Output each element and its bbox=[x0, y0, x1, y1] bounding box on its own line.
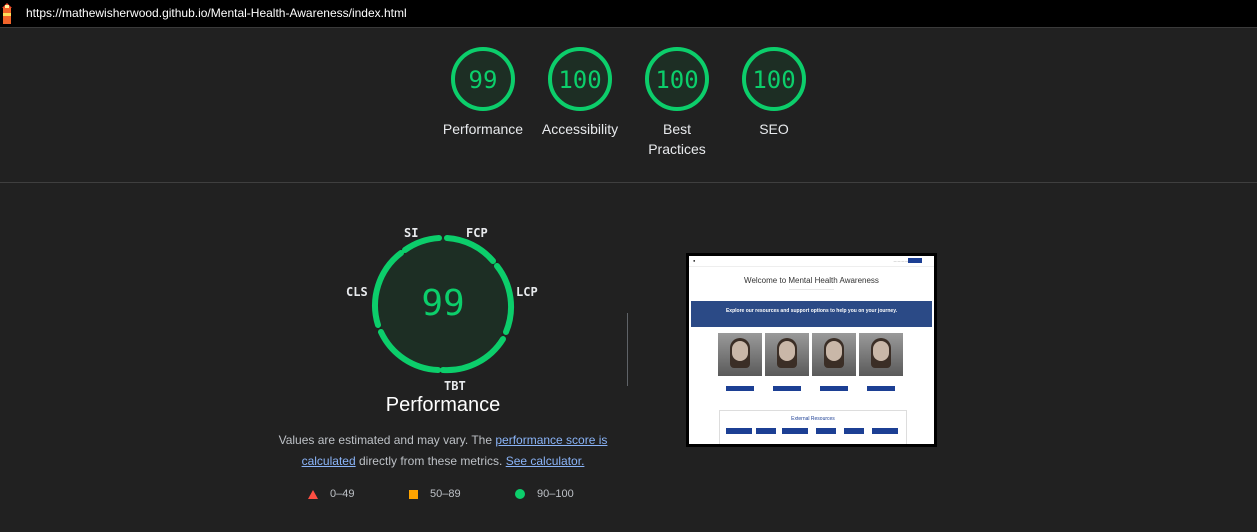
thumb-nav: ● — — — — — bbox=[689, 256, 934, 267]
legend-item-pass: 90–100 bbox=[515, 488, 574, 500]
gauge-best-practices[interactable]: 100 Best Practices bbox=[627, 45, 727, 159]
thumb-card bbox=[765, 333, 809, 407]
desc-text: directly from these metrics. bbox=[355, 454, 506, 468]
metric-tbt-label[interactable]: TBT bbox=[444, 379, 466, 393]
score-summary: 99 Performance 100 Accessibility 100 Bes… bbox=[0, 45, 1257, 175]
legend-item-average: 50–89 bbox=[409, 488, 461, 500]
green-circle-icon bbox=[515, 489, 525, 500]
thumb-card-image bbox=[812, 333, 856, 376]
thumb-card-button bbox=[820, 386, 848, 391]
metric-fcp-label[interactable]: FCP bbox=[466, 226, 488, 240]
page-url[interactable]: https://mathewisherwood.github.io/Mental… bbox=[26, 6, 407, 20]
performance-title: Performance bbox=[385, 394, 501, 416]
thumb-ext-button bbox=[816, 428, 836, 434]
legend-range: 50–89 bbox=[430, 488, 461, 500]
thumb-ext-button bbox=[844, 428, 864, 434]
thumb-ext-button bbox=[782, 428, 808, 434]
gauge-score: 100 bbox=[558, 66, 602, 94]
gauge-score: 99 bbox=[468, 66, 498, 94]
legend-range: 0–49 bbox=[330, 488, 355, 500]
thumb-hero-sub: ——————————————— bbox=[789, 287, 834, 291]
thumb-hero-title: Welcome to Mental Health Awareness bbox=[744, 276, 879, 285]
performance-description: Values are estimated and may vary. The p… bbox=[270, 430, 616, 472]
vertical-divider bbox=[627, 313, 628, 386]
gauge-score: 100 bbox=[655, 66, 699, 94]
thumb-band-text: Explore our resources and support option… bbox=[725, 308, 898, 314]
thumb-card-button bbox=[726, 386, 754, 391]
metric-si-label[interactable]: SI bbox=[404, 226, 418, 240]
red-triangle-icon bbox=[308, 489, 318, 499]
gauge-label: SEO bbox=[759, 121, 789, 137]
see-calculator-link[interactable]: See calculator. bbox=[506, 454, 585, 468]
thumb-card bbox=[718, 333, 762, 407]
thumb-ext-button bbox=[756, 428, 776, 434]
thumb-nav-button bbox=[908, 258, 922, 263]
legend-item-fail: 0–49 bbox=[308, 488, 354, 500]
thumb-card bbox=[859, 333, 903, 407]
thumb-card bbox=[812, 333, 856, 407]
orange-square-icon bbox=[409, 489, 418, 499]
thumb-ext-button bbox=[872, 428, 898, 434]
gauge-accessibility[interactable]: 100 Accessibility bbox=[530, 45, 630, 139]
gauge-score: 100 bbox=[752, 66, 796, 94]
thumb-card-button bbox=[867, 386, 895, 391]
thumb-card-image bbox=[718, 333, 762, 376]
thumb-ext-button bbox=[726, 428, 752, 434]
thumb-cards bbox=[689, 333, 934, 413]
metric-cls-label[interactable]: CLS bbox=[346, 285, 368, 299]
gauge-label: Performance bbox=[442, 121, 524, 137]
thumb-external-resources: External Resources bbox=[719, 410, 907, 444]
section-divider bbox=[0, 182, 1257, 183]
gauge-seo[interactable]: 100 SEO bbox=[724, 45, 824, 139]
metric-lcp-label[interactable]: LCP bbox=[516, 285, 538, 299]
url-bar: https://mathewisherwood.github.io/Mental… bbox=[0, 0, 1257, 28]
gauge-label: Accessibility bbox=[541, 121, 619, 137]
thumb-ext-title: External Resources bbox=[791, 416, 835, 422]
gauge-performance[interactable]: 99 Performance bbox=[433, 45, 533, 139]
legend-range: 90–100 bbox=[537, 488, 574, 500]
thumb-logo: ● bbox=[693, 258, 696, 263]
thumb-card-image bbox=[765, 333, 809, 376]
final-screenshot-thumbnail[interactable]: ● — — — — — Welcome to Mental Health Awa… bbox=[686, 253, 937, 447]
performance-score: 99 bbox=[421, 283, 465, 324]
thumb-band: Explore our resources and support option… bbox=[691, 301, 932, 327]
gauge-label: Best Practices bbox=[648, 121, 706, 157]
lighthouse-icon bbox=[2, 3, 12, 24]
thumb-card-button bbox=[773, 386, 801, 391]
thumb-card-image bbox=[859, 333, 903, 376]
desc-text: Values are estimated and may vary. The bbox=[278, 433, 496, 447]
